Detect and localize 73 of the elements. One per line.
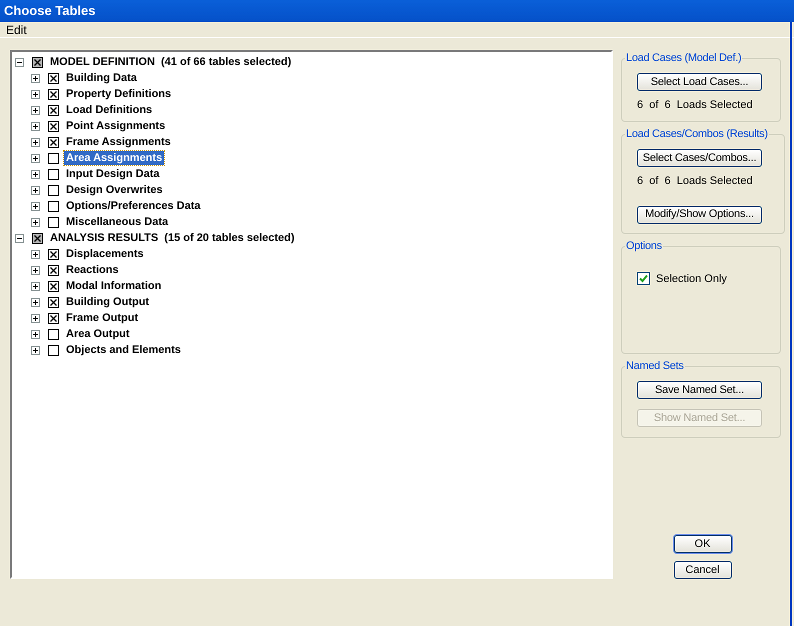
expand-icon[interactable] <box>31 202 40 210</box>
tree-item[interactable]: Options/Preferences Data <box>64 199 202 213</box>
expand-icon[interactable] <box>31 74 40 82</box>
tree-item[interactable]: Load Definitions <box>64 103 154 117</box>
expand-icon[interactable] <box>31 186 40 194</box>
tree-item[interactable]: Input Design Data <box>64 167 162 181</box>
checkbox[interactable] <box>48 104 59 116</box>
window-title: Choose Tables <box>4 2 96 20</box>
panel-button[interactable]: Select Load Cases... <box>637 73 762 91</box>
expand-icon[interactable] <box>31 90 40 98</box>
checkbox[interactable] <box>48 168 59 180</box>
expand-icon[interactable] <box>31 346 40 354</box>
checkbox[interactable] <box>32 232 43 244</box>
checkbox[interactable] <box>48 264 59 276</box>
group-title: Named Sets <box>625 359 685 374</box>
expand-icon[interactable] <box>31 266 40 274</box>
expand-icon[interactable] <box>31 218 40 226</box>
expand-icon[interactable] <box>31 282 40 290</box>
tree-item[interactable]: Modal Information <box>64 279 164 293</box>
expand-icon[interactable] <box>31 138 40 146</box>
group-title: Load Cases (Model Def.) <box>625 51 742 66</box>
collapse-icon[interactable] <box>15 234 24 242</box>
tree-item[interactable]: Frame Assignments <box>64 135 173 149</box>
tree-item[interactable]: Point Assignments <box>64 119 168 133</box>
expand-icon[interactable] <box>31 330 40 338</box>
checkbox[interactable] <box>32 56 43 68</box>
panel-button[interactable]: Modify/Show Options... <box>637 206 762 224</box>
tree-item[interactable]: Building Data <box>64 71 139 85</box>
checkbox[interactable] <box>48 88 59 100</box>
tree-item[interactable]: Building Output <box>64 295 152 309</box>
checkbox[interactable] <box>48 248 59 260</box>
tree-item[interactable]: Objects and Elements <box>64 343 183 357</box>
tree-item[interactable]: Displacements <box>64 247 146 261</box>
tree-item[interactable]: Frame Output <box>64 311 140 325</box>
tree-item[interactable]: Design Overwrites <box>64 183 165 197</box>
checkbox[interactable] <box>48 136 59 148</box>
checkbox[interactable] <box>48 328 59 340</box>
tree-item[interactable]: Property Definitions <box>64 87 174 101</box>
collapse-icon[interactable] <box>15 58 24 66</box>
expand-icon[interactable] <box>31 314 40 322</box>
dialog-button[interactable]: Cancel <box>674 561 732 579</box>
loads-selected-text: 6 of 6 Loads Selected <box>637 174 754 188</box>
checkbox[interactable] <box>48 152 59 164</box>
expand-icon[interactable] <box>31 170 40 178</box>
checkbox[interactable] <box>48 296 59 308</box>
checkbox[interactable] <box>48 312 59 324</box>
tree-item[interactable]: Area Assignments <box>64 151 164 165</box>
tree-item[interactable]: Area Output <box>64 327 132 341</box>
panel-button[interactable]: Save Named Set... <box>637 381 762 399</box>
expand-icon[interactable] <box>31 250 40 258</box>
expand-icon[interactable] <box>31 122 40 130</box>
expand-icon[interactable] <box>31 106 40 114</box>
checkbox[interactable] <box>48 72 59 84</box>
loads-selected-text: 6 of 6 Loads Selected <box>637 98 754 112</box>
checkbox[interactable] <box>48 216 59 228</box>
tree-item[interactable]: ANALYSIS RESULTS (15 of 20 tables selected) <box>48 231 297 245</box>
tree-item[interactable]: Miscellaneous Data <box>64 215 170 229</box>
tree-item[interactable]: MODEL DEFINITION (41 of 66 tables selected) <box>48 55 294 69</box>
menu-item[interactable]: Edit <box>6 20 27 38</box>
panel-button[interactable]: Select Cases/Combos... <box>637 149 762 167</box>
tree-item[interactable]: Reactions <box>64 263 121 277</box>
expand-icon[interactable] <box>31 298 40 306</box>
checkbox[interactable] <box>48 344 59 356</box>
checkbox[interactable] <box>48 200 59 212</box>
checkbox[interactable] <box>48 120 59 132</box>
dialog-button[interactable]: OK <box>674 535 732 553</box>
checkbox[interactable] <box>48 184 59 196</box>
group-title: Options <box>625 239 663 254</box>
expand-icon[interactable] <box>31 154 40 162</box>
checkbox[interactable] <box>637 272 650 286</box>
checkbox[interactable] <box>48 280 59 292</box>
group-title: Load Cases/Combos (Results) <box>625 127 769 142</box>
checkbox-label: Selection Only <box>656 272 727 286</box>
